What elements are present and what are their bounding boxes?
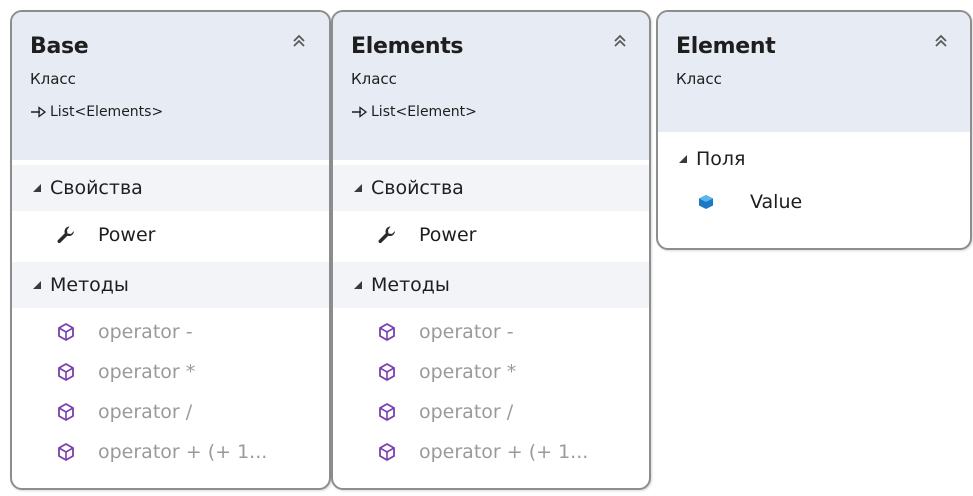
collapse-button[interactable] <box>288 30 310 52</box>
expanded-triangle-icon <box>33 184 41 192</box>
member-row[interactable]: operator * <box>333 352 649 392</box>
section-header-fields[interactable]: Поля <box>658 138 970 180</box>
member-label: operator * <box>419 361 517 383</box>
method-cube-icon <box>58 322 74 342</box>
method-cube-icon <box>58 442 74 462</box>
method-cube-icon <box>379 402 395 422</box>
member-row[interactable]: Power <box>333 215 649 255</box>
base-type-line: List<Elements> <box>30 104 163 120</box>
section-header-properties[interactable]: Свойства <box>12 165 329 211</box>
member-label: operator + (+ 1... <box>98 441 268 463</box>
class-title: Element <box>676 34 776 59</box>
class-stereotype: Класс <box>30 70 76 88</box>
field-icon <box>699 195 713 209</box>
member-row[interactable]: operator - <box>12 312 329 352</box>
method-cube-icon <box>58 362 74 382</box>
section-label: Свойства <box>50 177 143 199</box>
section-header-methods[interactable]: Методы <box>333 262 649 308</box>
section-label: Методы <box>50 274 129 296</box>
double-chevron-up-icon <box>614 34 626 47</box>
member-label: operator / <box>98 401 193 423</box>
expanded-triangle-icon <box>33 281 41 289</box>
method-cube-icon <box>379 442 395 462</box>
class-box-elements[interactable]: Elements Класс List<Element> Свойства Po… <box>331 10 651 490</box>
member-row[interactable]: operator + (+ 1... <box>333 432 649 472</box>
section-header-methods[interactable]: Методы <box>12 262 329 308</box>
expanded-triangle-icon <box>354 184 362 192</box>
member-label: Power <box>98 224 156 246</box>
base-type: List<Elements> <box>50 104 164 120</box>
section-label: Методы <box>371 274 450 296</box>
method-cube-icon <box>379 362 395 382</box>
member-row[interactable]: operator - <box>333 312 649 352</box>
wrench-icon <box>378 226 395 244</box>
member-row[interactable]: operator / <box>12 392 329 432</box>
expanded-triangle-icon <box>354 281 362 289</box>
class-diagram: Base Класс List<Elements> Свойства Power… <box>0 0 973 496</box>
section-header-properties[interactable]: Свойства <box>333 165 649 211</box>
inherits-arrow-icon <box>31 106 46 118</box>
class-header: Element Класс <box>658 12 970 132</box>
double-chevron-up-icon <box>293 34 305 47</box>
member-row[interactable]: operator + (+ 1... <box>12 432 329 472</box>
class-header: Base Класс List<Elements> <box>12 12 329 160</box>
wrench-icon <box>57 226 74 244</box>
double-chevron-up-icon <box>935 34 947 47</box>
member-label: Power <box>419 224 477 246</box>
base-type-line: List<Element> <box>351 104 477 120</box>
member-label: operator - <box>419 321 514 343</box>
member-row[interactable]: Value <box>658 182 970 222</box>
method-cube-icon <box>58 402 74 422</box>
class-stereotype: Класс <box>351 70 397 88</box>
member-label: operator * <box>98 361 196 383</box>
inherits-arrow-icon <box>352 106 367 118</box>
class-title: Base <box>30 34 89 59</box>
class-header: Elements Класс List<Element> <box>333 12 649 160</box>
member-row[interactable]: operator / <box>333 392 649 432</box>
class-stereotype: Класс <box>676 70 722 88</box>
member-label: operator / <box>419 401 514 423</box>
method-cube-icon <box>379 322 395 342</box>
expanded-triangle-icon <box>679 155 687 163</box>
class-title: Elements <box>351 34 464 59</box>
section-label: Поля <box>696 148 746 170</box>
member-label: Value <box>750 191 803 213</box>
collapse-button[interactable] <box>609 30 631 52</box>
member-label: operator + (+ 1... <box>419 441 589 463</box>
class-box-base[interactable]: Base Класс List<Elements> Свойства Power… <box>10 10 331 490</box>
member-label: operator - <box>98 321 193 343</box>
member-row[interactable]: Power <box>12 215 329 255</box>
section-label: Свойства <box>371 177 464 199</box>
member-row[interactable]: operator * <box>12 352 329 392</box>
class-box-element[interactable]: Element Класс Поля Value <box>656 10 972 250</box>
base-type: List<Element> <box>371 104 477 120</box>
collapse-button[interactable] <box>930 30 952 52</box>
